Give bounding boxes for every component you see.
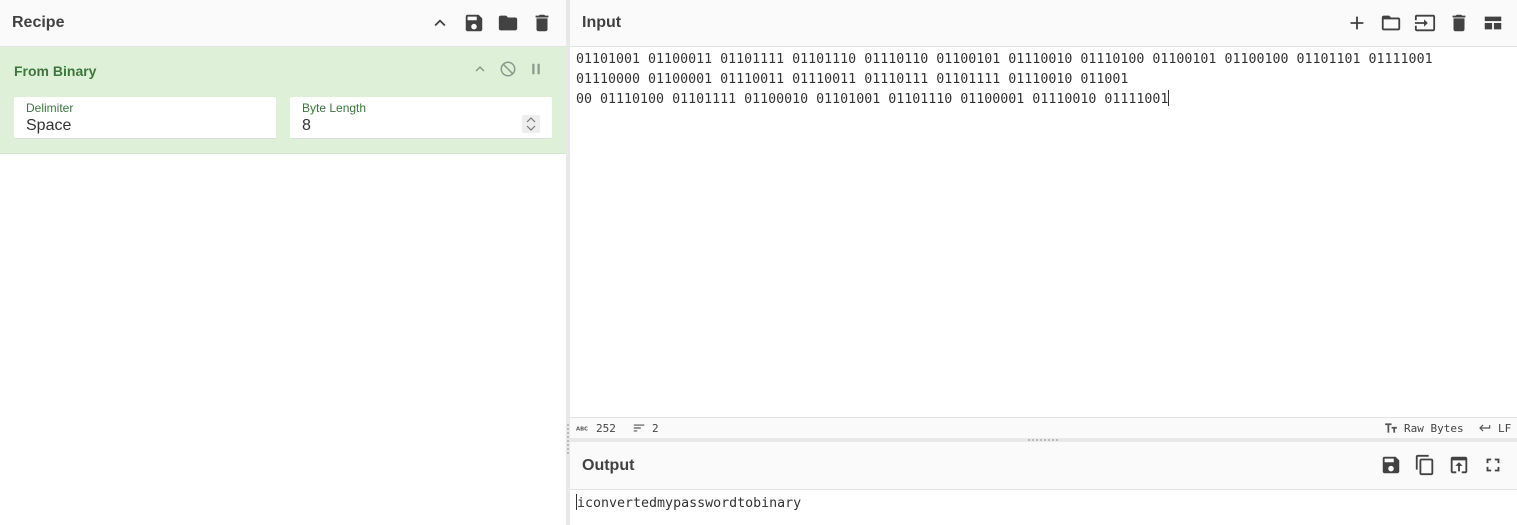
lines-icon (633, 424, 645, 432)
delimiter-value[interactable]: Space (26, 117, 71, 135)
input-line-last: 00 01110100 01101111 01100010 01101001 0… (576, 90, 1511, 110)
operation-from-binary[interactable]: From Binary Delimiter Space Byte Length … (0, 47, 566, 154)
delimiter-field[interactable]: Delimiter Space (14, 97, 276, 139)
input-line-text: 00 01110100 01101111 01100010 01101001 0… (576, 92, 1169, 107)
copy-icon[interactable] (1413, 453, 1437, 477)
chevron-up-icon[interactable] (428, 11, 452, 35)
add-tab-icon[interactable] (1345, 11, 1369, 35)
byte-length-value[interactable]: 8 (302, 117, 311, 135)
output-toolbar (1379, 442, 1505, 488)
input-textarea[interactable]: 01101001 01100011 01101111 01101110 0111… (576, 50, 1511, 110)
output-panel: Output iconvertedmypasswordtobinary (570, 442, 1517, 525)
open-file-icon[interactable] (1413, 11, 1437, 35)
eol-value: LF (1498, 421, 1512, 435)
svg-text:ABC: ABC (576, 426, 588, 432)
return-icon (1479, 424, 1491, 432)
byte-length-label: Byte Length (302, 101, 367, 115)
vertical-splitter-handle[interactable] (567, 424, 569, 456)
output-value: iconvertedmypasswordtobinary (577, 496, 802, 511)
trash-icon[interactable] (1447, 11, 1471, 35)
save-icon[interactable] (1379, 453, 1403, 477)
disable-icon[interactable] (498, 59, 518, 79)
delimiter-label: Delimiter (26, 101, 74, 115)
chevron-up-icon[interactable] (470, 59, 490, 79)
stepper-up-icon[interactable] (526, 117, 536, 124)
input-panel: Input 01101001 01100011 01101111 0110111… (570, 0, 1517, 438)
input-status-bar: ABC 252 2 Raw Bytes LF (570, 417, 1517, 438)
stepper-down-icon[interactable] (526, 124, 536, 131)
input-toolbar (1345, 0, 1505, 46)
recipe-header: Recipe (0, 0, 566, 47)
input-title: Input (582, 14, 622, 31)
save-icon[interactable] (462, 11, 486, 35)
operation-title: From Binary (14, 63, 97, 79)
number-stepper[interactable] (522, 115, 540, 133)
encoding-value: Raw Bytes (1404, 421, 1464, 435)
horizontal-splitter-handle[interactable] (1028, 439, 1060, 441)
pause-icon[interactable] (526, 59, 546, 79)
abc-icon: ABC (576, 426, 588, 432)
input-header: Input (570, 0, 1517, 47)
encoding-indicator[interactable]: Raw Bytes (1384, 421, 1464, 435)
lines-indicator: 2 (632, 421, 659, 435)
input-line: 01101001 01100011 01101111 01101110 0111… (576, 52, 1433, 67)
fullscreen-icon[interactable] (1481, 453, 1505, 477)
recipe-panel: Recipe From Binary Delimiter Space Byte … (0, 0, 566, 525)
trash-icon[interactable] (530, 11, 554, 35)
layout-icon[interactable] (1481, 11, 1505, 35)
operation-controls (470, 59, 546, 79)
cyberchef-app: Recipe From Binary Delimiter Space Byte … (0, 0, 1517, 525)
length-indicator: ABC 252 (576, 421, 616, 435)
input-line: 01110000 01100001 01110011 01110011 0111… (576, 72, 1129, 87)
text-format-icon (1385, 423, 1397, 433)
eol-indicator[interactable]: LF (1478, 421, 1511, 435)
text-cursor (1168, 90, 1170, 106)
open-folder-icon[interactable] (1379, 11, 1403, 35)
length-value: 252 (596, 421, 616, 435)
recipe-title: Recipe (12, 14, 65, 31)
lines-value: 2 (652, 421, 659, 435)
output-textarea[interactable]: iconvertedmypasswordtobinary (576, 494, 801, 514)
recipe-toolbar (428, 0, 554, 46)
output-header: Output (570, 442, 1517, 490)
output-title: Output (582, 456, 635, 474)
byte-length-field[interactable]: Byte Length 8 (290, 97, 552, 139)
folder-icon[interactable] (496, 11, 520, 35)
replace-input-icon[interactable] (1447, 453, 1471, 477)
